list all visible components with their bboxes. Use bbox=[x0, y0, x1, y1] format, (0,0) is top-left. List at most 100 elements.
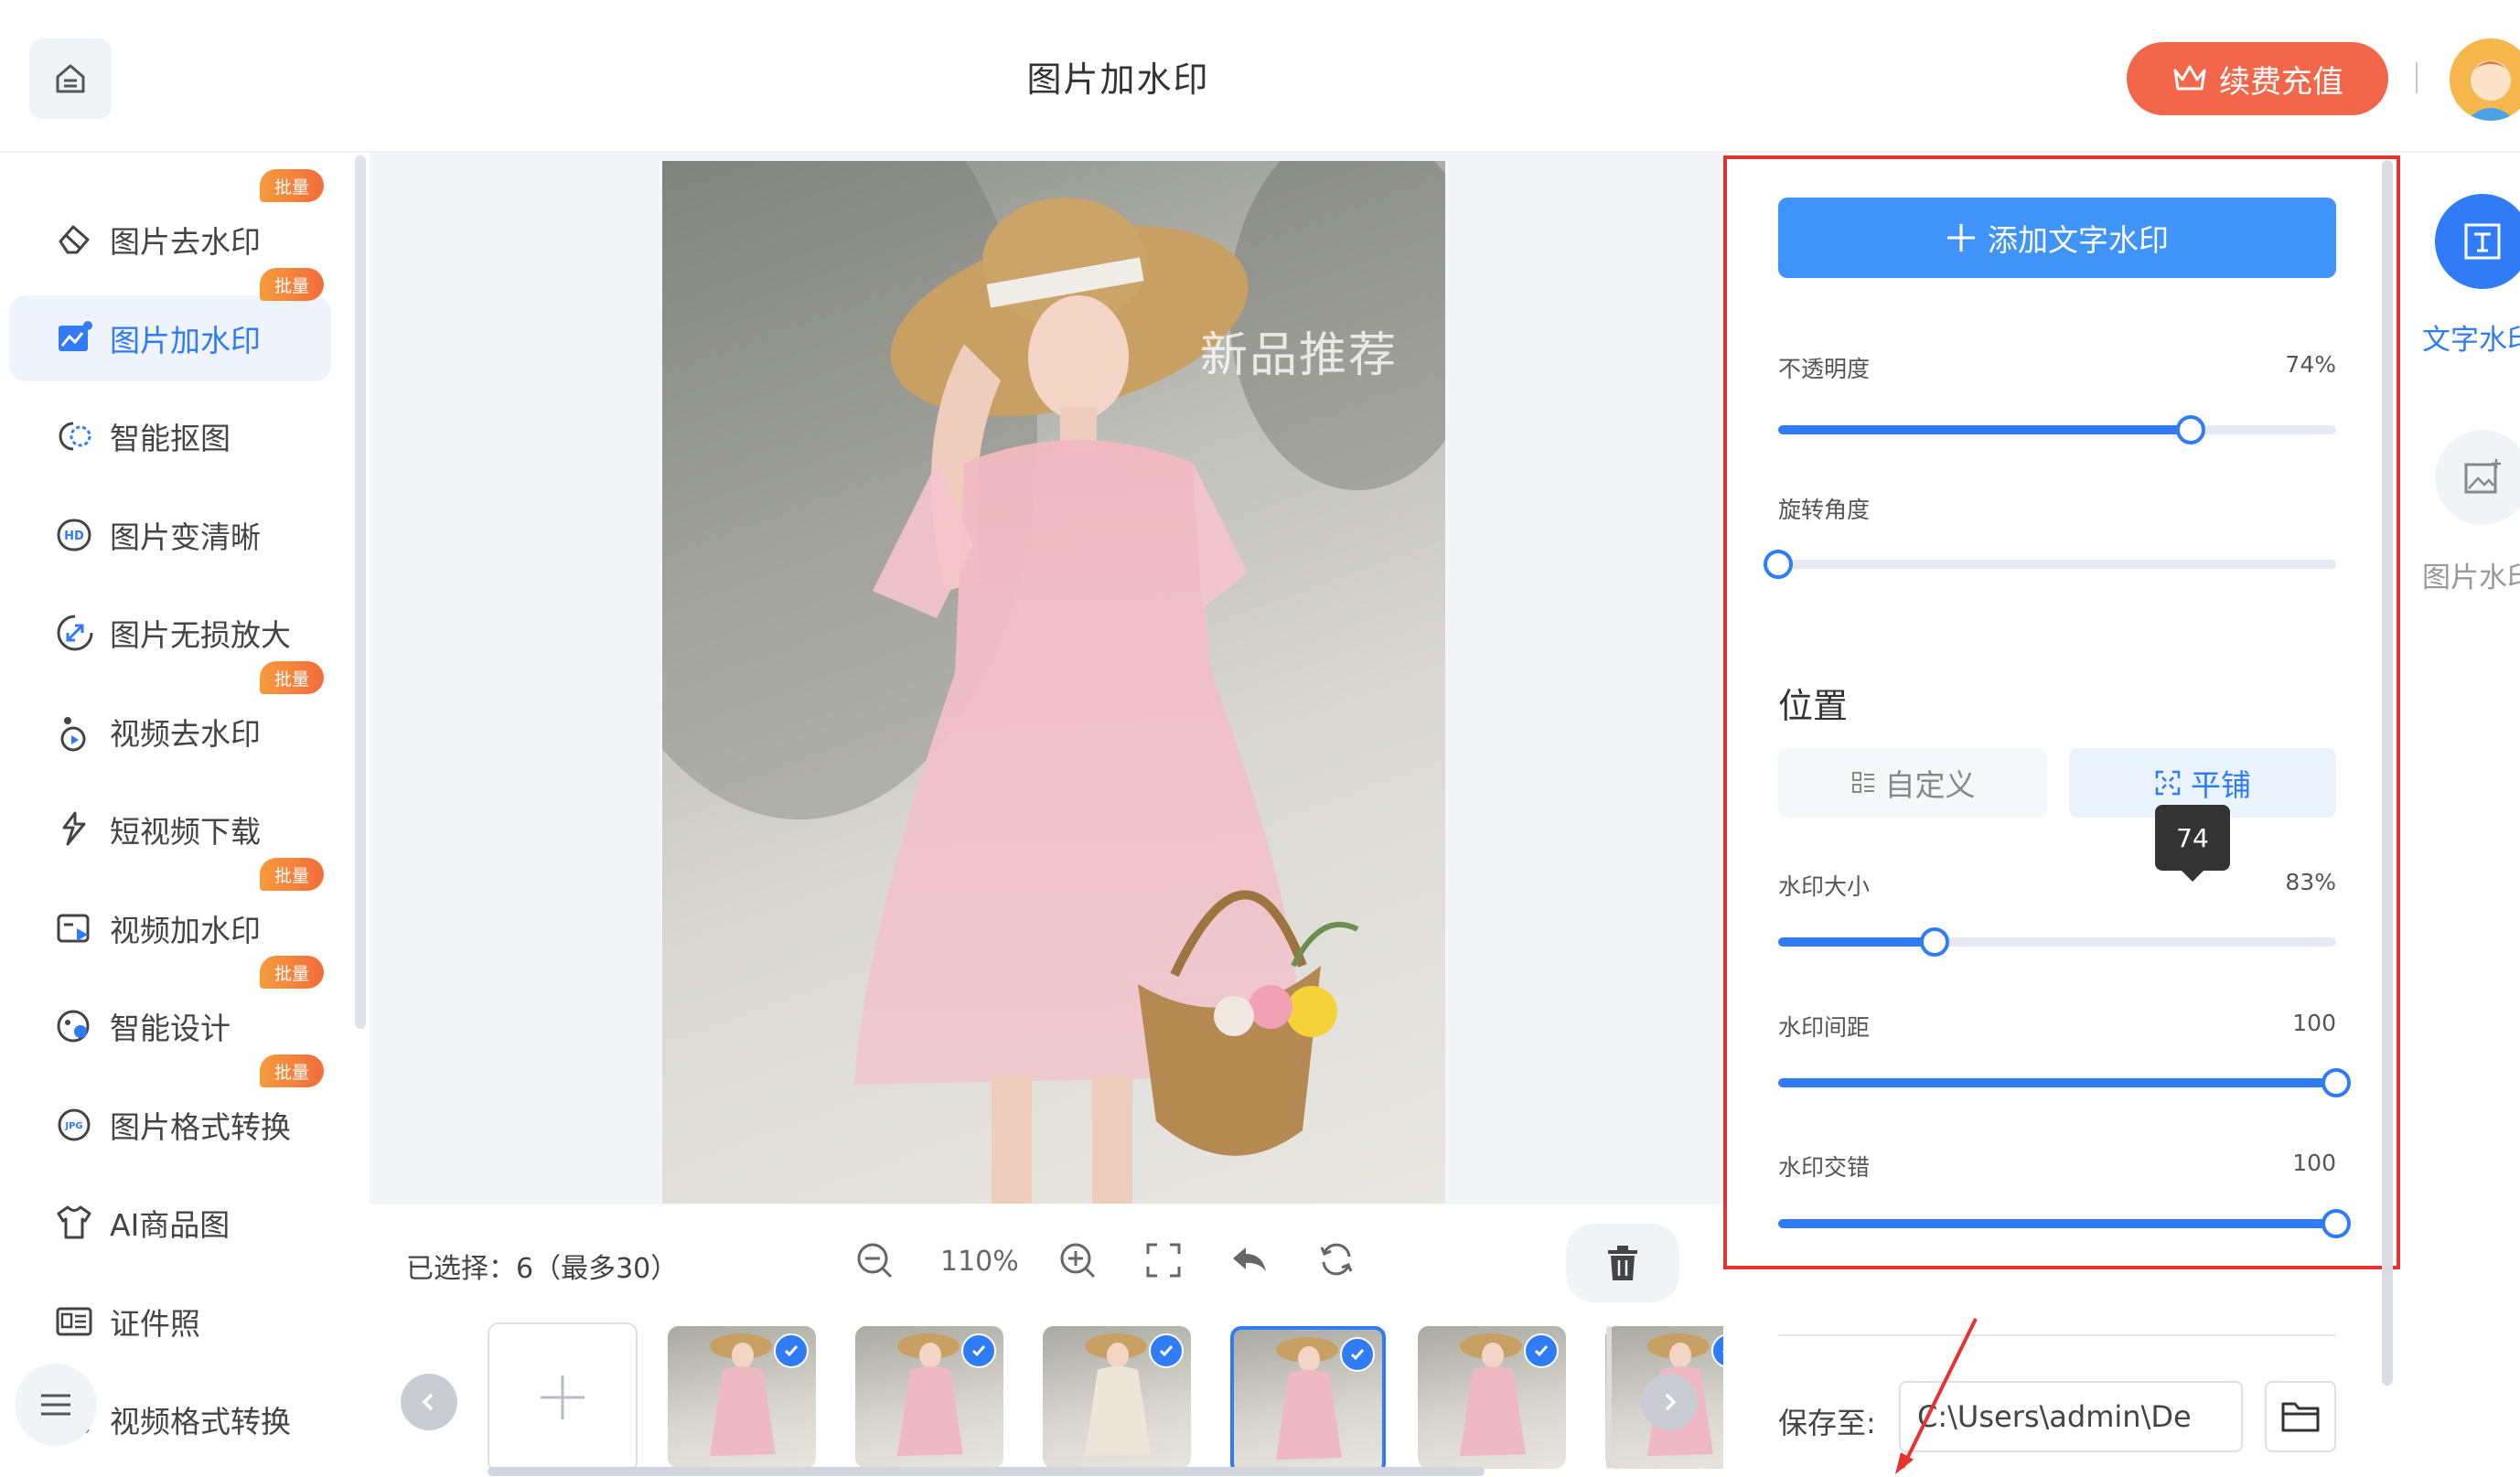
cutout-icon bbox=[55, 416, 95, 456]
sidebar-item-label: 视频格式转换 bbox=[110, 1404, 291, 1440]
slider-handle[interactable] bbox=[1764, 550, 1793, 579]
thumbnail[interactable] bbox=[1230, 1326, 1386, 1474]
tab-text-watermark[interactable] bbox=[2435, 194, 2520, 289]
enlarge-icon bbox=[55, 613, 95, 653]
slider-handle[interactable] bbox=[2322, 1068, 2351, 1097]
vip-recharge-button[interactable]: 续费充值 bbox=[2127, 42, 2388, 115]
collapse-menu-button[interactable] bbox=[15, 1364, 97, 1446]
image-plus-icon bbox=[2464, 459, 2501, 494]
avatar[interactable] bbox=[2450, 38, 2520, 121]
spacing-value: 100 bbox=[2292, 1010, 2336, 1036]
fit-screen-button[interactable] bbox=[1145, 1242, 1182, 1279]
vip-label: 续费充值 bbox=[2219, 63, 2343, 101]
svg-text:HD: HD bbox=[64, 530, 84, 543]
sidebar-item-4[interactable]: HD 图片变清晰 bbox=[9, 492, 331, 578]
browse-folder-button[interactable] bbox=[2265, 1381, 2336, 1452]
tab-image-watermark-label: 图片水印 bbox=[2422, 562, 2520, 594]
add-text-watermark-button[interactable]: 添加文字水印 bbox=[1778, 198, 2336, 278]
svg-text:JPG: JPG bbox=[64, 1121, 82, 1131]
spacing-slider[interactable] bbox=[1778, 1068, 2351, 1097]
zoom-in-icon bbox=[1060, 1243, 1096, 1279]
sidebar-item-label: 视频加水印 bbox=[110, 913, 261, 948]
rotation-slider[interactable] bbox=[1764, 550, 2336, 579]
image-watermark-icon bbox=[55, 318, 95, 359]
plus-icon bbox=[541, 1375, 584, 1419]
size-label: 水印大小 bbox=[1778, 873, 1871, 900]
batch-badge: 批量 bbox=[260, 858, 324, 891]
delete-button[interactable] bbox=[1566, 1224, 1679, 1302]
size-slider[interactable] bbox=[1778, 927, 2336, 957]
menu-icon bbox=[41, 1394, 70, 1416]
annotation-arrow bbox=[1895, 1318, 1978, 1474]
slider-fill bbox=[1778, 425, 2191, 434]
thumbnail[interactable] bbox=[668, 1326, 816, 1469]
opacity-label: 不透明度 bbox=[1778, 356, 1871, 382]
thumbnail[interactable] bbox=[855, 1326, 1003, 1469]
opacity-slider[interactable] bbox=[1778, 415, 2336, 444]
slider-fill bbox=[1778, 1219, 2336, 1228]
sidebar-item-label: 智能抠图 bbox=[110, 421, 231, 456]
page-title: 图片加水印 bbox=[1026, 59, 1210, 100]
zoom-in-button[interactable] bbox=[1057, 1240, 1098, 1280]
sidebar-item-6[interactable]: 视频去水印 bbox=[9, 689, 331, 775]
video-watermark-icon bbox=[55, 908, 95, 948]
slider-track[interactable] bbox=[1778, 560, 2336, 569]
crown-icon bbox=[2173, 65, 2206, 91]
checkmark-icon[interactable] bbox=[1149, 1333, 1184, 1368]
app-header: 图片加水印 续费充值 bbox=[0, 0, 2520, 153]
thumbnail[interactable] bbox=[1418, 1326, 1566, 1469]
sidebar-item-label: 图片去水印 bbox=[110, 224, 261, 260]
size-value: 83% bbox=[2285, 869, 2336, 895]
fullscreen-icon bbox=[1146, 1243, 1181, 1278]
slider-handle[interactable] bbox=[1920, 927, 1949, 957]
video-clean-icon bbox=[55, 712, 95, 752]
checkmark-icon[interactable] bbox=[961, 1333, 996, 1368]
eraser-icon bbox=[55, 219, 95, 260]
opacity-value: 74% bbox=[2285, 351, 2336, 378]
add-text-watermark-label: 添加文字水印 bbox=[1988, 222, 2169, 258]
refresh-icon bbox=[1320, 1243, 1353, 1276]
tab-text-watermark-label: 文字水印 bbox=[2422, 324, 2520, 357]
thumbs-next-button[interactable] bbox=[1641, 1374, 1698, 1430]
sidebar-scrollbar[interactable] bbox=[355, 155, 366, 1029]
undo-button[interactable] bbox=[1229, 1242, 1270, 1279]
stagger-label: 水印交错 bbox=[1778, 1154, 1871, 1181]
checkmark-icon[interactable] bbox=[774, 1333, 809, 1368]
panel-divider bbox=[1778, 1334, 2336, 1336]
slider-handle[interactable] bbox=[2176, 415, 2205, 444]
thumbs-scrollbar[interactable] bbox=[488, 1467, 1485, 1476]
preview-image[interactable]: 新品推荐 bbox=[662, 161, 1445, 1204]
design-icon bbox=[55, 1006, 95, 1046]
sidebar-item-label: 图片无损放大 bbox=[110, 617, 291, 653]
sidebar-item-label: 图片加水印 bbox=[110, 323, 261, 359]
batch-badge: 批量 bbox=[260, 1054, 324, 1087]
position-custom-button[interactable]: 自定义 bbox=[1778, 748, 2047, 818]
add-image-button[interactable] bbox=[488, 1322, 638, 1472]
batch-badge: 批量 bbox=[260, 956, 324, 989]
sidebar-item-2[interactable]: 图片加水印 bbox=[9, 295, 331, 381]
reset-button[interactable] bbox=[1317, 1240, 1356, 1279]
tile-expand-icon bbox=[2155, 770, 2181, 796]
shirt-icon bbox=[55, 1203, 95, 1243]
panel-scrollbar[interactable] bbox=[2382, 160, 2393, 1386]
tab-image-watermark[interactable] bbox=[2435, 430, 2520, 525]
sidebar-item-3[interactable]: 智能抠图 bbox=[9, 393, 331, 479]
sidebar-item-10[interactable]: JPG 图片格式转换 bbox=[9, 1082, 331, 1168]
sidebar-item-label: 智能设计 bbox=[110, 1011, 231, 1046]
checkmark-icon[interactable] bbox=[1340, 1337, 1375, 1372]
sidebar-item-11[interactable]: AI商品图 bbox=[9, 1180, 331, 1266]
thumbnail[interactable] bbox=[1043, 1326, 1191, 1469]
slider-tooltip: 74 bbox=[2155, 805, 2230, 871]
position-tile-label: 平铺 bbox=[2191, 767, 2251, 803]
link-download-icon bbox=[55, 809, 95, 850]
zoom-out-button[interactable] bbox=[854, 1240, 895, 1280]
thumb-partial bbox=[1606, 1326, 1612, 1469]
checkmark-icon[interactable] bbox=[1524, 1333, 1559, 1368]
position-title: 位置 bbox=[1778, 686, 1849, 726]
slider-handle[interactable] bbox=[2322, 1209, 2351, 1238]
stagger-slider[interactable] bbox=[1778, 1209, 2351, 1238]
slider-fill bbox=[1778, 1078, 2336, 1087]
thumbs-prev-button[interactable] bbox=[401, 1374, 457, 1430]
sidebar-item-12[interactable]: 证件照 bbox=[9, 1279, 331, 1365]
watermark-text[interactable]: 新品推荐 bbox=[1200, 316, 1398, 385]
